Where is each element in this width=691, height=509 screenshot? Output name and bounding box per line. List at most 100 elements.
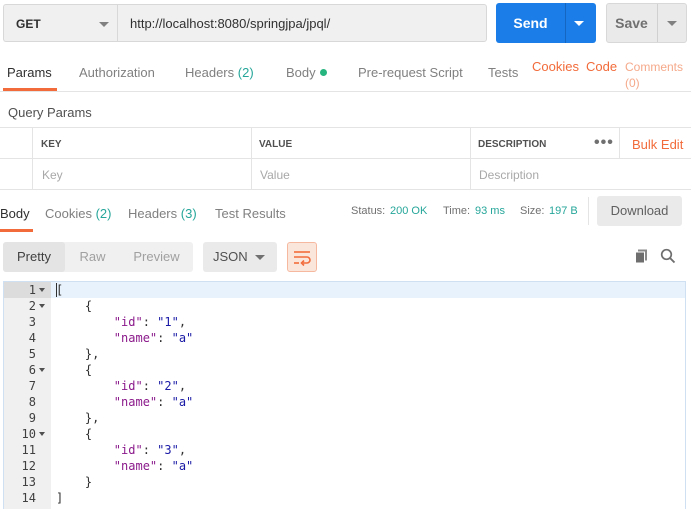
column-header-key: KEY <box>41 139 62 150</box>
line-number: 2 <box>28 299 36 313</box>
column-header-value: VALUE <box>259 139 293 150</box>
comments-label: Comments <box>625 60 684 74</box>
line-number: 5 <box>28 347 36 361</box>
response-tab-headers-count: (3) <box>180 206 197 221</box>
fold-toggle-icon[interactable] <box>39 288 45 292</box>
code-line: } <box>56 475 93 489</box>
save-button[interactable]: Save <box>606 3 687 43</box>
response-tab-headers-label: Headers <box>128 206 178 221</box>
tab-headers-count: (2) <box>237 65 254 80</box>
time-value[interactable]: 93 ms <box>475 205 505 217</box>
param-value-input[interactable]: Value <box>260 168 290 182</box>
format-select-value: JSON <box>213 249 248 264</box>
method-select[interactable]: GET <box>3 4 117 42</box>
line-number: 4 <box>28 331 36 345</box>
size-value[interactable]: 197 B <box>549 205 578 217</box>
tab-params[interactable]: Params <box>7 65 52 80</box>
tab-body[interactable]: Body <box>286 65 327 80</box>
url-input[interactable]: http://localhost:8080/springjpa/jpql/ <box>117 4 487 42</box>
method-label: GET <box>16 17 41 31</box>
response-tab-cookies-count: (2) <box>95 206 112 221</box>
format-select[interactable]: JSON <box>203 242 277 272</box>
comments-count: (0) <box>625 76 640 90</box>
code-line: "id": "2", <box>113 379 187 393</box>
code-line: { <box>56 363 93 377</box>
wrap-lines-button[interactable] <box>287 242 317 272</box>
code-line: "name": "a" <box>113 459 194 473</box>
line-number: 9 <box>28 411 36 425</box>
download-button[interactable]: Download <box>597 196 682 226</box>
param-key-input[interactable]: Key <box>42 168 63 182</box>
params-key-column <box>33 127 252 189</box>
response-meta-divider <box>588 197 589 225</box>
code-line: "id": "1", <box>113 315 187 329</box>
line-number: 12 <box>21 459 36 473</box>
line-number: 8 <box>28 395 36 409</box>
send-divider <box>565 3 566 43</box>
time-label: Time: <box>443 205 471 217</box>
send-button[interactable]: Send <box>496 3 596 43</box>
save-button-label: Save <box>615 15 648 31</box>
code-line: }, <box>56 347 100 361</box>
comments-link[interactable]: Comments (0) <box>625 59 683 91</box>
view-preview-button[interactable]: Preview <box>120 242 193 272</box>
code-line: ] <box>56 491 64 505</box>
search-icon[interactable] <box>660 248 676 267</box>
save-divider <box>657 4 658 42</box>
cookies-link[interactable]: Cookies <box>532 59 579 74</box>
line-number: 13 <box>21 475 36 489</box>
view-mode-segmented: Pretty Raw Preview <box>3 242 193 272</box>
send-options-chevron-icon[interactable] <box>574 21 584 26</box>
url-value: http://localhost:8080/springjpa/jpql/ <box>130 16 331 31</box>
code-line: { <box>56 427 93 441</box>
code-line: "name": "a" <box>113 395 194 409</box>
response-tab-cookies-label: Cookies <box>45 206 92 221</box>
tab-body-label: Body <box>286 65 316 80</box>
tab-prerequest-script[interactable]: Pre-request Script <box>358 65 463 80</box>
save-options-chevron-icon[interactable] <box>667 21 677 26</box>
response-tab-cookies[interactable]: Cookies (2) <box>45 206 111 221</box>
body-indicator-dot-icon <box>319 69 327 76</box>
line-number: 1 <box>28 283 36 297</box>
bulk-edit-link[interactable]: Bulk Edit <box>632 137 683 152</box>
line-number: 3 <box>28 315 36 329</box>
size-label: Size: <box>520 205 545 217</box>
tab-headers[interactable]: Headers (2) <box>185 65 254 80</box>
fold-toggle-icon[interactable] <box>39 304 45 308</box>
response-tab-test-results[interactable]: Test Results <box>215 206 286 221</box>
line-number: 14 <box>21 491 36 505</box>
chevron-down-icon <box>255 255 265 260</box>
status-value[interactable]: 200 OK <box>390 205 427 217</box>
response-active-tab-indicator <box>0 229 33 232</box>
chevron-down-icon <box>99 22 109 27</box>
code-line: { <box>56 299 93 313</box>
fold-toggle-icon[interactable] <box>39 432 45 436</box>
view-raw-button[interactable]: Raw <box>65 242 120 272</box>
fold-toggle-icon[interactable] <box>39 368 45 372</box>
send-button-label: Send <box>513 15 548 31</box>
status-label: Status: <box>351 205 386 217</box>
query-params-title: Query Params <box>8 105 92 120</box>
params-checkbox-column <box>0 127 33 189</box>
params-table-bottom-border <box>0 189 691 190</box>
line-number: 11 <box>21 443 36 457</box>
line-number: 6 <box>28 363 36 377</box>
code-line: "id": "3", <box>113 443 187 457</box>
line-number: 7 <box>28 379 36 393</box>
tab-tests[interactable]: Tests <box>488 65 518 80</box>
response-tab-headers[interactable]: Headers (3) <box>128 206 197 221</box>
param-description-input[interactable]: Description <box>479 168 539 182</box>
copy-icon[interactable] <box>634 248 650 267</box>
response-tab-body[interactable]: Body <box>0 206 30 221</box>
view-pretty-button[interactable]: Pretty <box>3 242 65 272</box>
code-line: }, <box>56 411 100 425</box>
code-line: [ <box>56 283 64 297</box>
code-line: "name": "a" <box>113 331 194 345</box>
line-number: 10 <box>21 427 36 441</box>
code-link[interactable]: Code <box>586 59 617 74</box>
more-options-icon[interactable]: ••• <box>594 134 614 152</box>
tabs-divider <box>0 91 691 92</box>
tab-headers-label: Headers <box>185 65 235 80</box>
wrap-lines-icon <box>294 251 311 267</box>
tab-authorization[interactable]: Authorization <box>79 65 155 80</box>
